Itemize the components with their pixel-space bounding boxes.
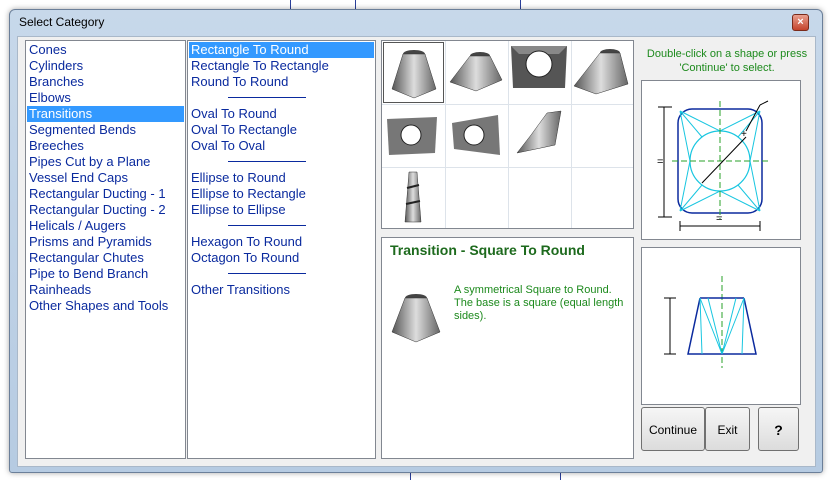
shape-square-to-round[interactable]: [383, 42, 444, 103]
shape-thumbnail-icon: [511, 46, 567, 88]
subcategory-item[interactable]: Octagon To Round: [189, 250, 374, 266]
shape-preview-icon: [391, 294, 441, 343]
category-item[interactable]: Rainheads: [27, 282, 184, 298]
category-item[interactable]: Elbows: [27, 90, 184, 106]
subcategory-item[interactable]: Ellipse to Rectangle: [189, 186, 374, 202]
category-list[interactable]: Cones Cylinders Branches Elbows Transitions S…: [25, 40, 186, 459]
category-item[interactable]: Transitions: [27, 106, 184, 122]
category-item[interactable]: Rectangular Ducting - 1: [27, 186, 184, 202]
category-item[interactable]: Helicals / Augers: [27, 218, 184, 234]
shape-rectangle-round-top[interactable]: [509, 42, 570, 103]
help-icon: ?: [774, 422, 783, 438]
list-separator: [228, 97, 306, 98]
subcategory-item[interactable]: Ellipse to Round: [189, 170, 374, 186]
subcategory-item[interactable]: Oval To Rectangle: [189, 122, 374, 138]
category-item[interactable]: Segmented Bends: [27, 122, 184, 138]
shape-description-panel: Transition - Square To Round A symmetric…: [381, 237, 634, 459]
shape-thumbnail-icon: [452, 115, 500, 155]
subcategory-item[interactable]: Oval To Oval: [189, 138, 374, 154]
exit-button[interactable]: Exit: [705, 407, 750, 451]
subcategory-item[interactable]: Hexagon To Round: [189, 234, 374, 250]
subcategory-item[interactable]: Oval To Round: [189, 106, 374, 122]
shape-thumbnail-icon: [449, 52, 503, 92]
subcategory-item[interactable]: Rectangle To Round: [189, 42, 374, 58]
category-item[interactable]: Cylinders: [27, 58, 184, 74]
list-separator: [228, 225, 306, 226]
subcategory-item[interactable]: Rectangle To Rectangle: [189, 58, 374, 74]
category-item[interactable]: Pipe to Bend Branch: [27, 266, 184, 282]
title-bar: Select Category ×: [10, 10, 822, 36]
shape-thumbnail-icon: [391, 50, 437, 99]
category-item[interactable]: Rectangular Ducting - 2: [27, 202, 184, 218]
plan-view-diagram: = = +: [641, 80, 801, 240]
close-button[interactable]: ×: [792, 14, 809, 31]
description-title: Transition - Square To Round: [390, 242, 585, 258]
shape-rectangle-to-round[interactable]: [446, 42, 507, 103]
category-item[interactable]: Cones: [27, 42, 184, 58]
category-item[interactable]: Branches: [27, 74, 184, 90]
svg-text:=: =: [657, 156, 663, 168]
shape-oblique-cone[interactable]: [509, 105, 570, 166]
subcategory-item[interactable]: Ellipse to Ellipse: [189, 202, 374, 218]
category-item[interactable]: Rectangular Chutes: [27, 250, 184, 266]
shape-thumbnail-icon: [516, 110, 562, 154]
subcategory-item[interactable]: Other Transitions: [189, 282, 374, 298]
shape-thumbnail-icon: [573, 49, 629, 95]
category-item[interactable]: Prisms and Pyramids: [27, 234, 184, 250]
select-category-dialog: Select Category × Cones Cylinders Branches…: [9, 9, 823, 473]
category-item[interactable]: Pipes Cut by a Plane: [27, 154, 184, 170]
category-item[interactable]: Vessel End Caps: [27, 170, 184, 186]
svg-text:+: +: [741, 129, 747, 140]
shape-segmented-transition[interactable]: [383, 168, 444, 228]
category-item[interactable]: Breeches: [27, 138, 184, 154]
shape-thumbnail-icon: [387, 117, 437, 155]
subcategory-item[interactable]: Round To Round: [189, 74, 374, 90]
elevation-view-diagram: [641, 247, 801, 405]
shape-gallery[interactable]: [381, 40, 634, 229]
dialog-client-area: Cones Cylinders Branches Elbows Transitions S…: [17, 36, 816, 467]
list-separator: [228, 273, 306, 274]
selection-hint: Double-click on a shape or press 'Contin…: [646, 48, 808, 74]
shape-skewed-square-round[interactable]: [446, 105, 507, 166]
help-button[interactable]: ?: [758, 407, 799, 451]
shape-thumbnail-icon: [404, 171, 422, 223]
svg-text:=: =: [716, 213, 722, 225]
list-separator: [228, 161, 306, 162]
category-item[interactable]: Other Shapes and Tools: [27, 298, 184, 314]
shape-offset-square-to-round[interactable]: [572, 42, 633, 103]
close-icon: ×: [797, 16, 804, 28]
description-text: A symmetrical Square to Round. The base …: [454, 284, 624, 322]
subcategory-list[interactable]: Rectangle To Round Rectangle To Rectangle…: [187, 40, 376, 459]
continue-button[interactable]: Continue: [641, 407, 705, 451]
window-title: Select Category: [19, 15, 105, 29]
shape-square-round-hole[interactable]: [383, 105, 444, 166]
